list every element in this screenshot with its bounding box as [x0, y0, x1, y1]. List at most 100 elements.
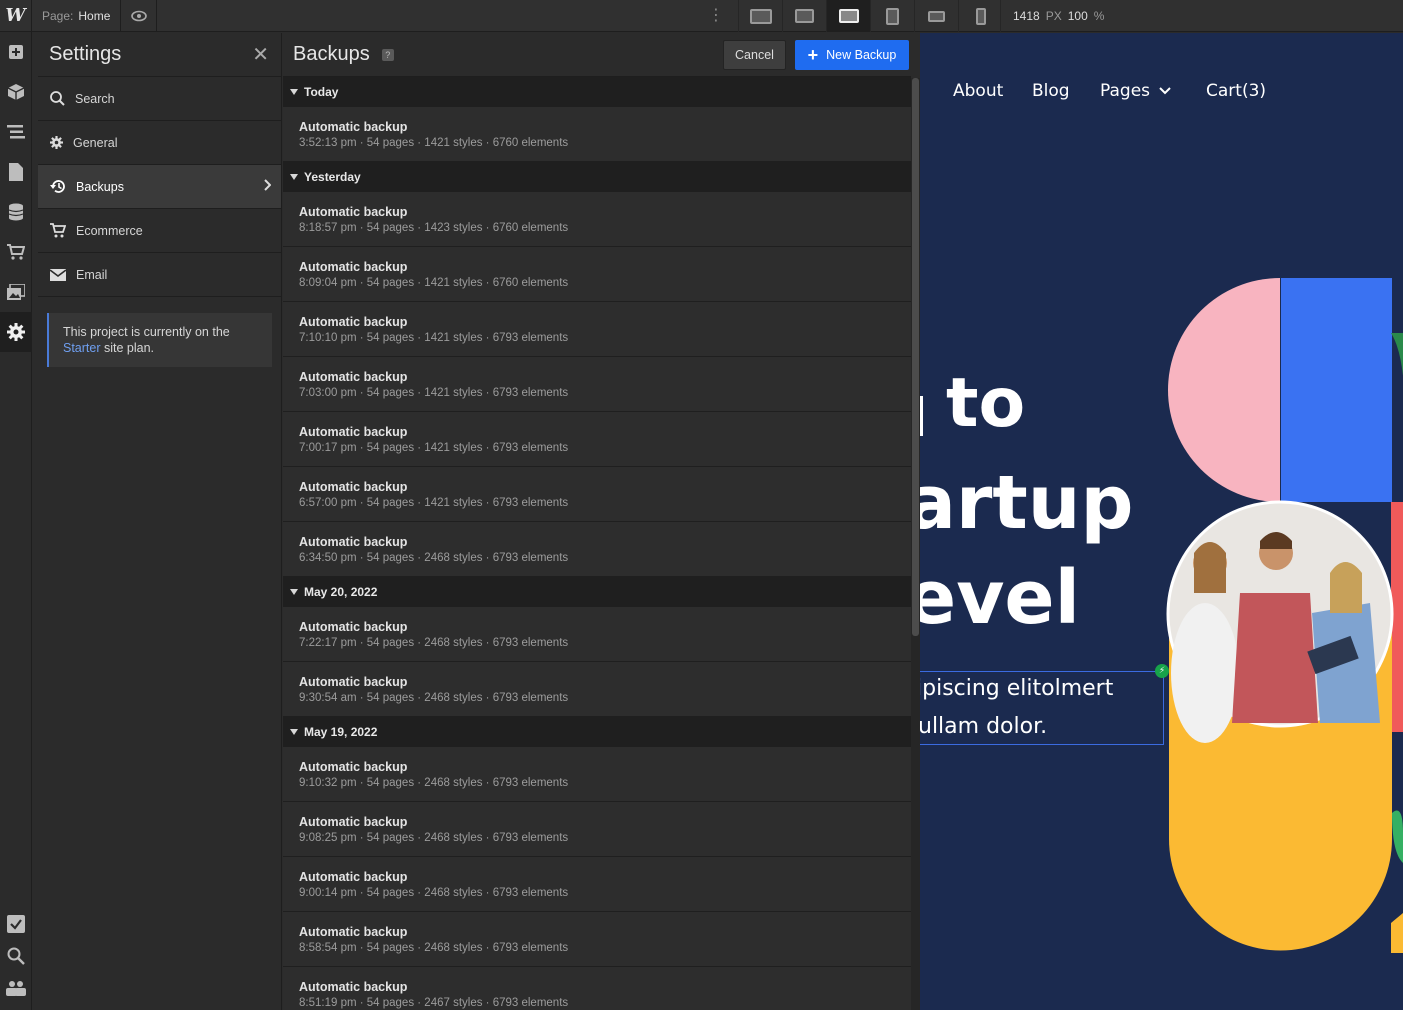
hero-subtext-line-2: ullam dolor.: [920, 714, 1048, 739]
plus-icon: +: [807, 45, 819, 65]
plan-text-end: site plan.: [104, 341, 155, 355]
settings-panel: Settings ✕ Search General Backups Ecomme…: [38, 33, 282, 1010]
audit-checkbox-icon[interactable]: [0, 908, 32, 940]
backup-group-header[interactable]: May 19, 2022: [283, 717, 911, 747]
backup-entry-title: Automatic backup: [299, 760, 408, 774]
search-icon: [50, 91, 65, 106]
settings-item-general[interactable]: General: [38, 121, 281, 165]
backup-entry[interactable]: Automatic backup 7:10:10 pm · 54 pages · …: [283, 302, 911, 357]
breakpoint-mobile-icon[interactable]: [958, 0, 1002, 32]
find-search-icon[interactable]: [0, 940, 32, 972]
backup-list: Today Automatic backup 3:52:13 pm · 54 pag…: [283, 77, 911, 1010]
breakpoint-tablet-icon[interactable]: [870, 0, 914, 32]
backup-entry[interactable]: Automatic backup 6:34:50 pm · 54 pages · …: [283, 522, 911, 577]
nav-link-about[interactable]: About: [953, 81, 1003, 101]
plan-text: This project is currently on the: [63, 325, 230, 339]
backup-group-header[interactable]: Yesterday: [283, 162, 911, 192]
backup-entry-meta: 8:58:54 pm · 54 pages · 2468 styles · 67…: [299, 942, 569, 954]
cancel-button[interactable]: Cancel: [723, 40, 786, 70]
assets-icon[interactable]: [0, 272, 32, 312]
backup-entry-title: Automatic backup: [299, 535, 408, 549]
backup-entry[interactable]: Automatic backup 9:30:54 am · 54 pages · …: [283, 662, 911, 717]
backup-entry-meta: 9:30:54 am · 54 pages · 2468 styles · 67…: [299, 692, 569, 704]
settings-item-email[interactable]: Email: [38, 253, 281, 297]
backup-entry[interactable]: Automatic backup 6:57:00 pm · 54 pages · …: [283, 467, 911, 522]
backup-entry[interactable]: Automatic backup 8:18:57 pm · 54 pages · …: [283, 192, 911, 247]
backup-entry-title: Automatic backup: [299, 120, 408, 134]
backup-entry[interactable]: Automatic backup 8:51:19 pm · 54 pages · …: [283, 967, 911, 1010]
backup-entry-meta: 8:51:19 pm · 54 pages · 2467 styles · 67…: [299, 997, 569, 1009]
backup-entry-title: Automatic backup: [299, 675, 408, 689]
add-panel-icon[interactable]: [0, 32, 32, 72]
backup-group-label: May 20, 2022: [304, 585, 378, 599]
pages-icon[interactable]: [0, 152, 32, 192]
settings-item-search[interactable]: Search: [38, 77, 281, 121]
backup-entry[interactable]: Automatic backup 9:10:32 pm · 54 pages · …: [283, 747, 911, 802]
cms-database-icon[interactable]: [0, 192, 32, 232]
backup-entry-meta: 9:00:14 pm · 54 pages · 2468 styles · 67…: [299, 887, 569, 899]
backups-panel: Backups ? Cancel + New Backup Today Autom…: [283, 33, 911, 1010]
settings-header: Settings ✕: [38, 33, 281, 77]
backup-entry[interactable]: Automatic backup 8:58:54 pm · 54 pages · …: [283, 912, 911, 967]
backup-entry[interactable]: Automatic backup 7:00:17 pm · 54 pages · …: [283, 412, 911, 467]
nav-link-pages[interactable]: Pages: [1100, 81, 1150, 101]
backup-group-header[interactable]: May 20, 2022: [283, 577, 911, 607]
ecommerce-cart-icon[interactable]: [0, 232, 32, 272]
caret-down-icon: [290, 174, 298, 180]
backup-entry[interactable]: Automatic backup 3:52:13 pm · 54 pages · …: [283, 107, 911, 162]
breakpoint-1440-icon[interactable]: [782, 0, 826, 32]
people-photo: [1171, 532, 1380, 743]
breakpoint-1920-icon[interactable]: [738, 0, 782, 32]
new-backup-label: New Backup: [826, 48, 897, 62]
backup-entry[interactable]: Automatic backup 7:22:17 pm · 54 pages · …: [283, 607, 911, 662]
settings-gear-icon[interactable]: [0, 312, 32, 352]
cart-icon: [50, 223, 66, 238]
breakpoint-desktop-base-icon[interactable]: [826, 0, 870, 32]
navigator-icon[interactable]: [0, 112, 32, 152]
backup-entry-title: Automatic backup: [299, 425, 408, 439]
new-backup-button[interactable]: + New Backup: [795, 40, 909, 70]
backup-entry-meta: 7:03:00 pm · 54 pages · 1421 styles · 67…: [299, 387, 569, 399]
page-key-label: Page:: [42, 8, 74, 23]
backup-group-header[interactable]: Today: [283, 77, 911, 107]
backup-entry-meta: 8:09:04 pm · 54 pages · 1421 styles · 67…: [299, 277, 569, 289]
chevron-right-icon: [263, 179, 272, 194]
settings-item-label: Ecommerce: [76, 223, 143, 238]
viewport-width: 1418: [1013, 9, 1040, 23]
nav-link-cart[interactable]: Cart(3): [1206, 81, 1266, 101]
backup-entry-title: Automatic backup: [299, 370, 408, 384]
backup-entry-title: Automatic backup: [299, 980, 408, 994]
more-options-icon[interactable]: ⋮: [708, 6, 724, 26]
backup-group-label: May 19, 2022: [304, 725, 378, 739]
backup-entry[interactable]: Automatic backup 8:09:04 pm · 54 pages · …: [283, 247, 911, 302]
preview-eye-icon[interactable]: [121, 0, 158, 32]
backup-entry-meta: 9:10:32 pm · 54 pages · 2468 styles · 67…: [299, 777, 569, 789]
settings-item-ecommerce[interactable]: Ecommerce: [38, 209, 281, 253]
hero-heading-line-1: to: [946, 364, 1026, 443]
caret-down-icon: [290, 89, 298, 95]
backup-entry[interactable]: Automatic backup 7:03:00 pm · 54 pages · …: [283, 357, 911, 412]
gear-icon: [50, 136, 63, 149]
page-selector[interactable]: Page: Home: [32, 0, 122, 32]
settings-item-backups[interactable]: Backups: [38, 165, 281, 209]
collaborators-icon[interactable]: [0, 972, 32, 1004]
close-icon[interactable]: ✕: [252, 42, 269, 67]
backup-entry-title: Automatic backup: [299, 620, 408, 634]
caret-down-icon: [290, 589, 298, 595]
backup-entry-title: Automatic backup: [299, 925, 408, 939]
zoom-value: 100: [1067, 9, 1088, 23]
webflow-logo[interactable]: W: [0, 0, 32, 32]
help-icon[interactable]: ?: [381, 48, 394, 61]
breakpoint-selector: [738, 0, 1002, 32]
backup-list-scrollbar[interactable]: [911, 78, 920, 1010]
scrollbar-thumb[interactable]: [912, 78, 919, 636]
bolt-badge-icon[interactable]: ⚡: [1155, 664, 1169, 678]
backup-entry[interactable]: Automatic backup 9:08:25 pm · 54 pages · …: [283, 802, 911, 857]
page-name: Home: [78, 8, 111, 23]
breakpoint-landscape-icon[interactable]: [914, 0, 958, 32]
plan-link[interactable]: Starter: [63, 341, 101, 355]
nav-link-blog[interactable]: Blog: [1032, 81, 1070, 101]
components-cube-icon[interactable]: [0, 72, 32, 112]
backup-entry[interactable]: Automatic backup 9:00:14 pm · 54 pages · …: [283, 857, 911, 912]
design-canvas[interactable]: About Blog Pages Cart(3) to artup evel i…: [920, 33, 1403, 1010]
